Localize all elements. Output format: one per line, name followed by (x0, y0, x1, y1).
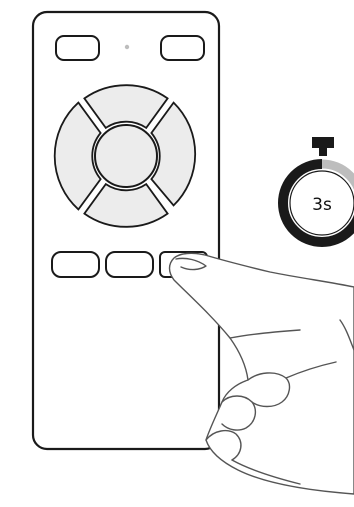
illustration: 3s (31, 10, 354, 495)
remote-bottom-left-button[interactable] (51, 251, 100, 278)
dpad-center-button[interactable] (94, 124, 158, 188)
stopwatch-neck (319, 147, 327, 156)
remote-body (31, 10, 221, 451)
remote-control-icon (31, 10, 221, 451)
remote-indicator-dot (124, 44, 130, 50)
stopwatch-crown (312, 137, 334, 148)
remote-top-right-button[interactable] (160, 35, 205, 61)
remote-top-left-button[interactable] (55, 35, 100, 61)
timer-label: 3s (312, 195, 332, 215)
remote-bottom-middle-button[interactable] (105, 251, 154, 278)
stopwatch-icon: 3s (278, 137, 354, 247)
